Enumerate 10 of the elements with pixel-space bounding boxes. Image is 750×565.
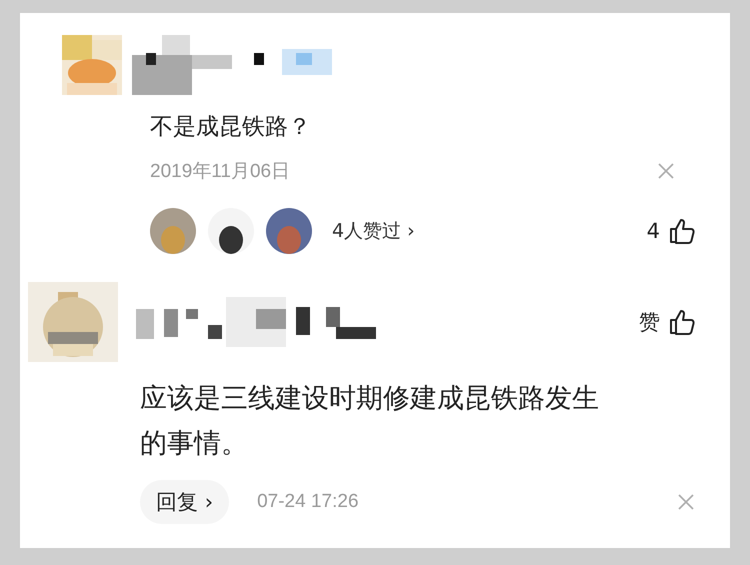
like-count: 4 [646, 219, 660, 243]
comment-text: 应该是三线建设时期修建成昆铁路发生的事情。 [140, 382, 600, 461]
comment-time: 07-24 17:26 [257, 491, 359, 513]
reply-button[interactable]: 回复 › [140, 480, 230, 524]
thumbs-up-icon[interactable] [668, 217, 696, 245]
comment-text: 不是成昆铁路？ [150, 113, 312, 142]
thumbs-up-icon[interactable] [668, 308, 696, 336]
likers-link[interactable]: 4人赞过 › [332, 218, 415, 244]
like-label: 赞 [639, 309, 660, 336]
comment-date: 2019年11月06日 [150, 160, 290, 184]
